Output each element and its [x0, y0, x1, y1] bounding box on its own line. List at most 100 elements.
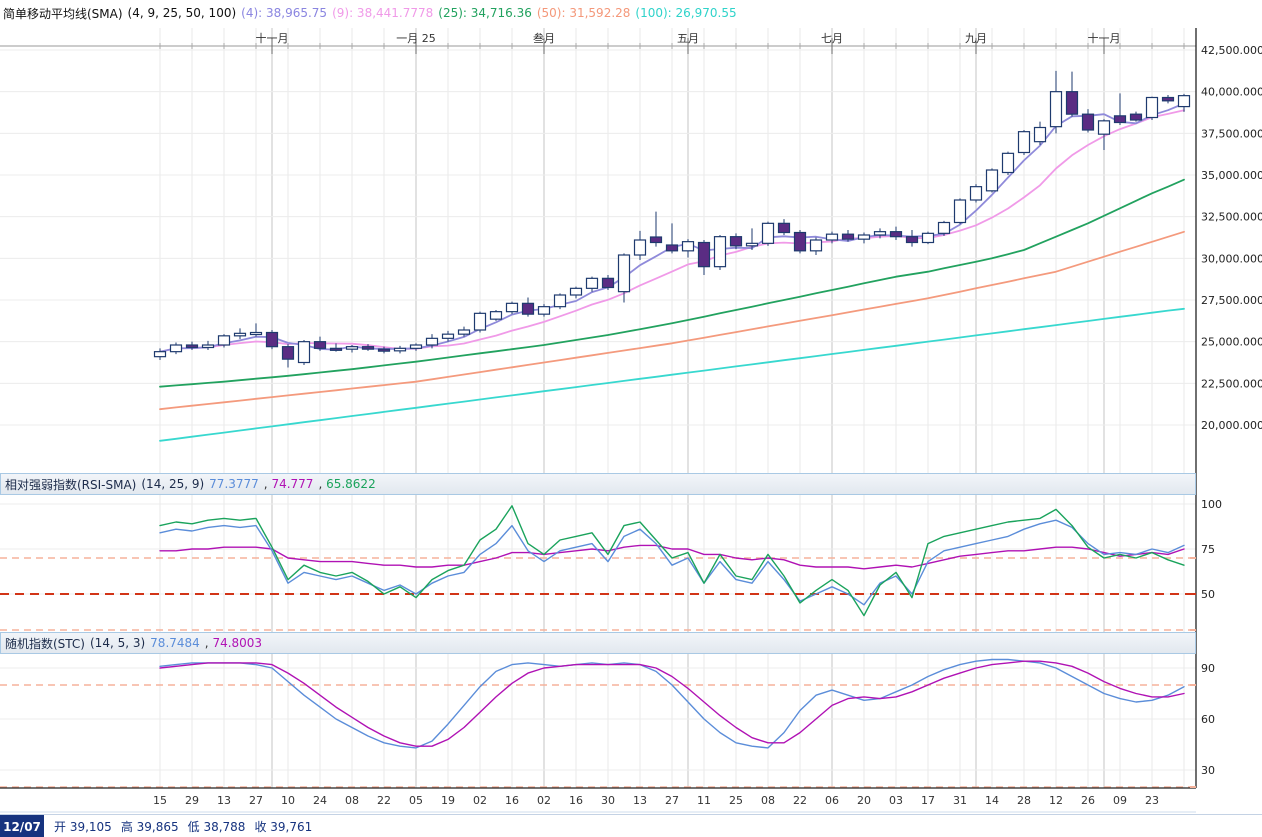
candle[interactable] — [715, 235, 726, 270]
threshold-guides — [0, 558, 1196, 787]
candle[interactable] — [539, 304, 550, 317]
candle[interactable] — [203, 341, 214, 350]
candle[interactable] — [395, 346, 406, 354]
candle[interactable] — [411, 343, 422, 351]
candle[interactable] — [1179, 94, 1190, 112]
candle[interactable] — [683, 239, 694, 257]
svg-text:06: 06 — [825, 794, 839, 807]
svg-text:10: 10 — [281, 794, 295, 807]
candle[interactable] — [1019, 130, 1030, 155]
svg-text:29: 29 — [185, 794, 199, 807]
candle[interactable] — [347, 345, 358, 353]
candle[interactable] — [971, 184, 982, 202]
svg-text:27: 27 — [249, 794, 263, 807]
candle[interactable] — [731, 233, 742, 249]
svg-text:09: 09 — [1113, 794, 1127, 807]
candle[interactable] — [955, 198, 966, 224]
candle[interactable] — [283, 344, 294, 367]
candle[interactable] — [1067, 72, 1078, 117]
candle[interactable] — [315, 337, 326, 351]
separator: , — [318, 477, 326, 491]
indicator-value: 65.8622 — [326, 477, 376, 491]
svg-text:02: 02 — [473, 794, 487, 807]
svg-text:11: 11 — [697, 794, 711, 807]
ohlc-status-fields: 开 39,105高 39,865低 38,788收 39,761 — [54, 818, 321, 835]
candle[interactable] — [923, 232, 934, 245]
indicator-value: 77.3777 — [209, 477, 259, 491]
candle[interactable] — [267, 330, 278, 349]
candle[interactable] — [907, 230, 918, 247]
chart-canvas[interactable]: 十一月一月 25叁月五月七月九月十一月152913271024082205190… — [0, 0, 1262, 837]
indicator-value: 74.777 — [271, 477, 313, 491]
candle[interactable] — [587, 277, 598, 292]
svg-text:13: 13 — [633, 794, 647, 807]
candle[interactable] — [219, 334, 230, 347]
stc-values: 78.7484, 74.8003 — [150, 636, 267, 650]
svg-text:五月: 五月 — [677, 32, 699, 45]
candle[interactable] — [1115, 93, 1126, 125]
candle[interactable] — [987, 168, 998, 192]
candle[interactable] — [699, 240, 710, 275]
sma-indicator-header[interactable]: 简单移动平均线(SMA) (4, 9, 25, 50, 100) (4): 38… — [0, 0, 1262, 26]
svg-text:75: 75 — [1201, 543, 1215, 556]
candle[interactable] — [1131, 112, 1142, 122]
svg-text:23: 23 — [1145, 794, 1159, 807]
candle[interactable] — [331, 343, 342, 351]
candle[interactable] — [1083, 109, 1094, 132]
candle[interactable] — [859, 233, 870, 244]
svg-text:15: 15 — [153, 794, 167, 807]
candle[interactable] — [795, 230, 806, 253]
candle[interactable] — [1147, 97, 1158, 120]
svg-text:12: 12 — [1049, 794, 1063, 807]
candle[interactable] — [555, 293, 566, 309]
status-field: 开 39,105 — [54, 820, 112, 834]
indicator-value: 74.8003 — [212, 636, 262, 650]
indicator-value: (9): 38,441.7778 — [332, 6, 433, 20]
candle[interactable] — [1003, 152, 1014, 175]
candle[interactable] — [779, 219, 790, 235]
svg-text:28: 28 — [1017, 794, 1031, 807]
candle[interactable] — [811, 238, 822, 256]
price-axis-labels: 42,500.000040,000.000037,500.000035,000.… — [1201, 44, 1262, 777]
candle[interactable] — [763, 222, 774, 246]
candle[interactable] — [939, 221, 950, 236]
svg-text:42,500.0000: 42,500.0000 — [1201, 44, 1262, 57]
svg-text:60: 60 — [1201, 713, 1215, 726]
candle[interactable] — [1099, 119, 1110, 150]
candle[interactable] — [1051, 71, 1062, 133]
candle[interactable] — [491, 310, 502, 321]
sma-params: (4, 9, 25, 50, 100) — [128, 6, 237, 20]
candle[interactable] — [635, 231, 646, 260]
sma-title: 简单移动平均线(SMA) — [3, 5, 123, 22]
candle[interactable] — [571, 287, 582, 299]
candle[interactable] — [1163, 95, 1174, 103]
svg-text:17: 17 — [921, 794, 935, 807]
svg-text:03: 03 — [889, 794, 903, 807]
candle[interactable] — [1035, 122, 1046, 145]
status-field: 收 39,761 — [254, 820, 312, 834]
svg-text:十一月: 十一月 — [1088, 31, 1121, 45]
candle[interactable] — [235, 328, 246, 339]
svg-text:26: 26 — [1081, 794, 1095, 807]
svg-text:35,000.0000: 35,000.0000 — [1201, 169, 1262, 182]
svg-text:27,500.0000: 27,500.0000 — [1201, 294, 1262, 307]
candle[interactable] — [171, 343, 182, 355]
date-badge: 12/07 — [0, 815, 44, 837]
svg-text:九月: 九月 — [965, 32, 987, 45]
indicator-value: (50): 31,592.28 — [537, 6, 631, 20]
candle[interactable] — [251, 323, 262, 336]
candle[interactable] — [603, 275, 614, 290]
rsi-panel-header[interactable]: 相对强弱指数(RSI-SMA) (14, 25, 9) 77.3777, 74.… — [0, 473, 1196, 495]
svg-text:十一月: 十一月 — [256, 31, 289, 45]
candle[interactable] — [299, 340, 310, 365]
svg-text:24: 24 — [313, 794, 327, 807]
candle[interactable] — [667, 223, 678, 253]
svg-text:30,000.0000: 30,000.0000 — [1201, 252, 1262, 265]
svg-text:32,500.0000: 32,500.0000 — [1201, 211, 1262, 224]
candle[interactable] — [475, 312, 486, 333]
candle[interactable] — [891, 227, 902, 240]
date-axis-labels: 1529132710240822051902160216301327112508… — [153, 794, 1159, 807]
svg-text:08: 08 — [761, 794, 775, 807]
candle[interactable] — [507, 302, 518, 315]
stc-panel-header[interactable]: 随机指数(STC) (14, 5, 3) 78.7484, 74.8003 — [0, 632, 1196, 654]
